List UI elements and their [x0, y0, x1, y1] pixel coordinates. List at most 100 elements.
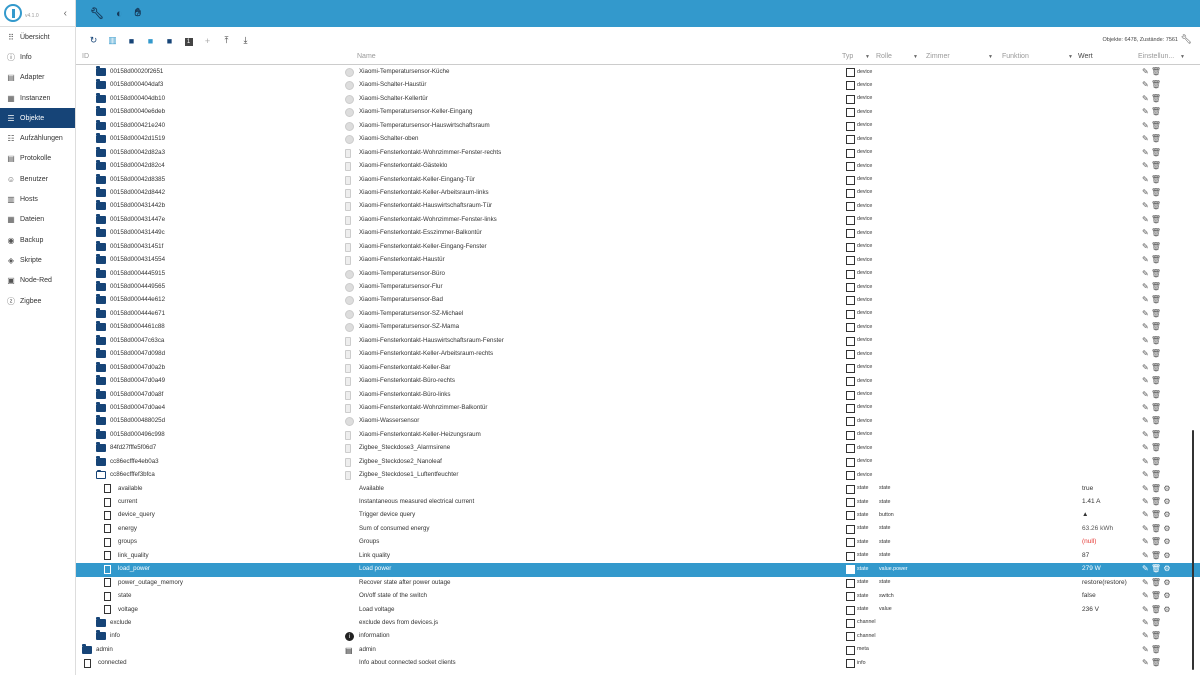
delete-icon[interactable]: 🗑︎: [1149, 349, 1161, 358]
object-row[interactable]: 00158d00042d1519 Xiaomi-Schalter-oben devi…: [76, 133, 1200, 146]
gear-icon[interactable]: ⚙: [1161, 497, 1170, 506]
object-row[interactable]: state On/off state of the switch state swit…: [76, 590, 1200, 603]
nav-item-6[interactable]: ▤ Protokolle: [0, 149, 75, 169]
folder-icon[interactable]: [96, 133, 106, 144]
col-id[interactable]: ID: [82, 53, 89, 60]
edit-icon[interactable]: ✎: [1142, 242, 1149, 251]
nav-item-1[interactable]: ⓘ Info: [0, 47, 75, 67]
edit-icon[interactable]: ✎: [1142, 282, 1149, 291]
delete-icon[interactable]: 🗑︎: [1149, 175, 1161, 184]
delete-icon[interactable]: 🗑︎: [1149, 67, 1161, 76]
delete-icon[interactable]: 🗑︎: [1149, 201, 1161, 210]
delete-icon[interactable]: 🗑︎: [1149, 295, 1161, 304]
gear-icon[interactable]: ⚙: [1161, 484, 1170, 493]
edit-icon[interactable]: ✎: [1142, 443, 1149, 452]
object-row[interactable]: groups Groups state state (null) ✎ 🗑︎ ⚙: [76, 536, 1200, 549]
expert-mode-icon[interactable]: ✋︎: [135, 7, 141, 20]
folder-icon[interactable]: [96, 106, 106, 117]
folder-icon[interactable]: [96, 213, 106, 224]
edit-icon[interactable]: ✎: [1142, 228, 1149, 237]
state-file-icon[interactable]: [104, 564, 111, 574]
delete-icon[interactable]: 🗑︎: [1149, 94, 1161, 103]
object-row[interactable]: 00158d0004445915 Xiaomi-Temperatursensor-…: [76, 267, 1200, 281]
download-icon[interactable]: ⤓: [236, 35, 255, 46]
object-value[interactable]: 63.26 kWh: [1082, 525, 1113, 532]
gear-icon[interactable]: ⚙: [1161, 524, 1170, 533]
object-row[interactable]: available Available state state true ✎ 🗑︎ ⚙: [76, 483, 1200, 496]
edit-icon[interactable]: ✎: [1142, 255, 1149, 264]
delete-icon[interactable]: 🗑︎: [1149, 631, 1161, 640]
folder-icon[interactable]: [96, 375, 106, 386]
object-row[interactable]: 00158d000431451f Xiaomi-Fensterkontakt-Ke…: [76, 240, 1200, 254]
delete-icon[interactable]: 🗑︎: [1149, 161, 1161, 170]
object-row[interactable]: 00158d00042d82c4 Xiaomi-Fensterkontakt-Gä…: [76, 160, 1200, 173]
edit-icon[interactable]: ✎: [1142, 134, 1149, 143]
nav-item-8[interactable]: ▥ Hosts: [0, 189, 75, 209]
object-row[interactable]: device_query Trigger device query state but…: [76, 509, 1200, 522]
state-file-icon[interactable]: [104, 510, 111, 520]
object-row[interactable]: 00158d00042d82a3 Xiaomi-Fensterkontakt-Wo…: [76, 146, 1200, 160]
object-row[interactable]: exclude exclude devs from devices.js chann…: [76, 616, 1200, 630]
edit-icon[interactable]: ✎: [1142, 322, 1149, 331]
object-row[interactable]: connected Info about connected socket cli…: [76, 657, 1200, 670]
object-value[interactable]: true: [1082, 485, 1093, 492]
object-row[interactable]: 00158d00047c63ca Xiaomi-Fensterkontakt-Ha…: [76, 334, 1200, 348]
delete-icon[interactable]: 🗑︎: [1149, 390, 1161, 399]
folder-icon[interactable]: [96, 200, 106, 211]
gear-icon[interactable]: ⚙: [1161, 537, 1170, 546]
folder-icon[interactable]: [96, 66, 106, 76]
state-file-icon[interactable]: [104, 537, 111, 547]
folder-closed-icon[interactable]: ■: [160, 36, 179, 46]
upload-icon[interactable]: ⤒: [217, 35, 236, 46]
edit-icon[interactable]: ✎: [1142, 484, 1149, 493]
delete-icon[interactable]: 🗑︎: [1149, 336, 1161, 345]
folder-icon[interactable]: [96, 348, 106, 359]
object-row[interactable]: link_quality Link quality state state 87 ✎ 🗑︎…: [76, 550, 1200, 563]
nav-item-0[interactable]: ⠿ Übersicht: [0, 27, 75, 47]
state-file-icon[interactable]: [104, 591, 111, 601]
object-row[interactable]: load_power Load power state value.power 279 …: [76, 563, 1200, 577]
folder-icon[interactable]: [96, 173, 106, 184]
delete-icon[interactable]: 🗑︎: [1149, 228, 1161, 237]
folder-icon[interactable]: [96, 334, 106, 345]
edit-icon[interactable]: ✎: [1142, 497, 1149, 506]
edit-icon[interactable]: ✎: [1142, 564, 1149, 573]
state-file-icon[interactable]: [104, 578, 111, 588]
edit-icon[interactable]: ✎: [1142, 309, 1149, 318]
edit-icon[interactable]: ✎: [1142, 148, 1149, 157]
refresh-icon[interactable]: ↻: [84, 35, 103, 46]
delete-icon[interactable]: 🗑︎: [1149, 658, 1161, 667]
object-value[interactable]: restore(restore): [1082, 579, 1127, 586]
delete-icon[interactable]: 🗑︎: [1149, 564, 1161, 573]
object-row[interactable]: energy Sum of consumed energy state state 63…: [76, 523, 1200, 536]
object-row[interactable]: 00158d00040e6deb Xiaomi-Temperatursensor-…: [76, 106, 1200, 119]
edit-icon[interactable]: ✎: [1142, 390, 1149, 399]
edit-icon[interactable]: ✎: [1142, 510, 1149, 519]
object-row[interactable]: 00158d0004449565 Xiaomi-Temperatursensor-…: [76, 281, 1200, 294]
folder-icon[interactable]: [96, 361, 106, 372]
delete-icon[interactable]: 🗑︎: [1149, 484, 1161, 493]
nav-item-10[interactable]: ◉ Backup: [0, 230, 75, 250]
edit-icon[interactable]: ✎: [1142, 121, 1149, 130]
iobroker-logo[interactable]: [4, 4, 22, 22]
room-filter-caret-icon[interactable]: ▼: [988, 54, 993, 60]
delete-icon[interactable]: 🗑︎: [1149, 497, 1161, 506]
object-row[interactable]: info i information channel ✎ 🗑︎: [76, 630, 1200, 643]
object-row[interactable]: 00158d00047d0a49 Xiaomi-Fensterkontakt-Bü…: [76, 375, 1200, 388]
delete-icon[interactable]: 🗑︎: [1149, 322, 1161, 331]
brightness-icon[interactable]: ◐: [116, 8, 123, 20]
edit-icon[interactable]: ✎: [1142, 416, 1149, 425]
edit-icon[interactable]: ✎: [1142, 188, 1149, 197]
object-row[interactable]: voltage Load voltage state value 236 V ✎ 🗑︎ ⚙: [76, 604, 1200, 617]
state-file-icon[interactable]: [104, 497, 111, 507]
edit-icon[interactable]: ✎: [1142, 376, 1149, 385]
folder-icon[interactable]: [82, 643, 92, 654]
folder-icon[interactable]: [96, 630, 106, 641]
folder-icon[interactable]: [96, 92, 106, 103]
edit-icon[interactable]: ✎: [1142, 67, 1149, 76]
folder-icon[interactable]: [96, 388, 106, 399]
folder-open-icon[interactable]: ■: [141, 36, 160, 46]
object-row[interactable]: 00158d000496c998 Xiaomi-Fensterkontakt-Ke…: [76, 428, 1200, 442]
object-row[interactable]: 00158d00047d098d Xiaomi-Fensterkontakt-Ke…: [76, 348, 1200, 361]
delete-icon[interactable]: 🗑︎: [1149, 524, 1161, 533]
